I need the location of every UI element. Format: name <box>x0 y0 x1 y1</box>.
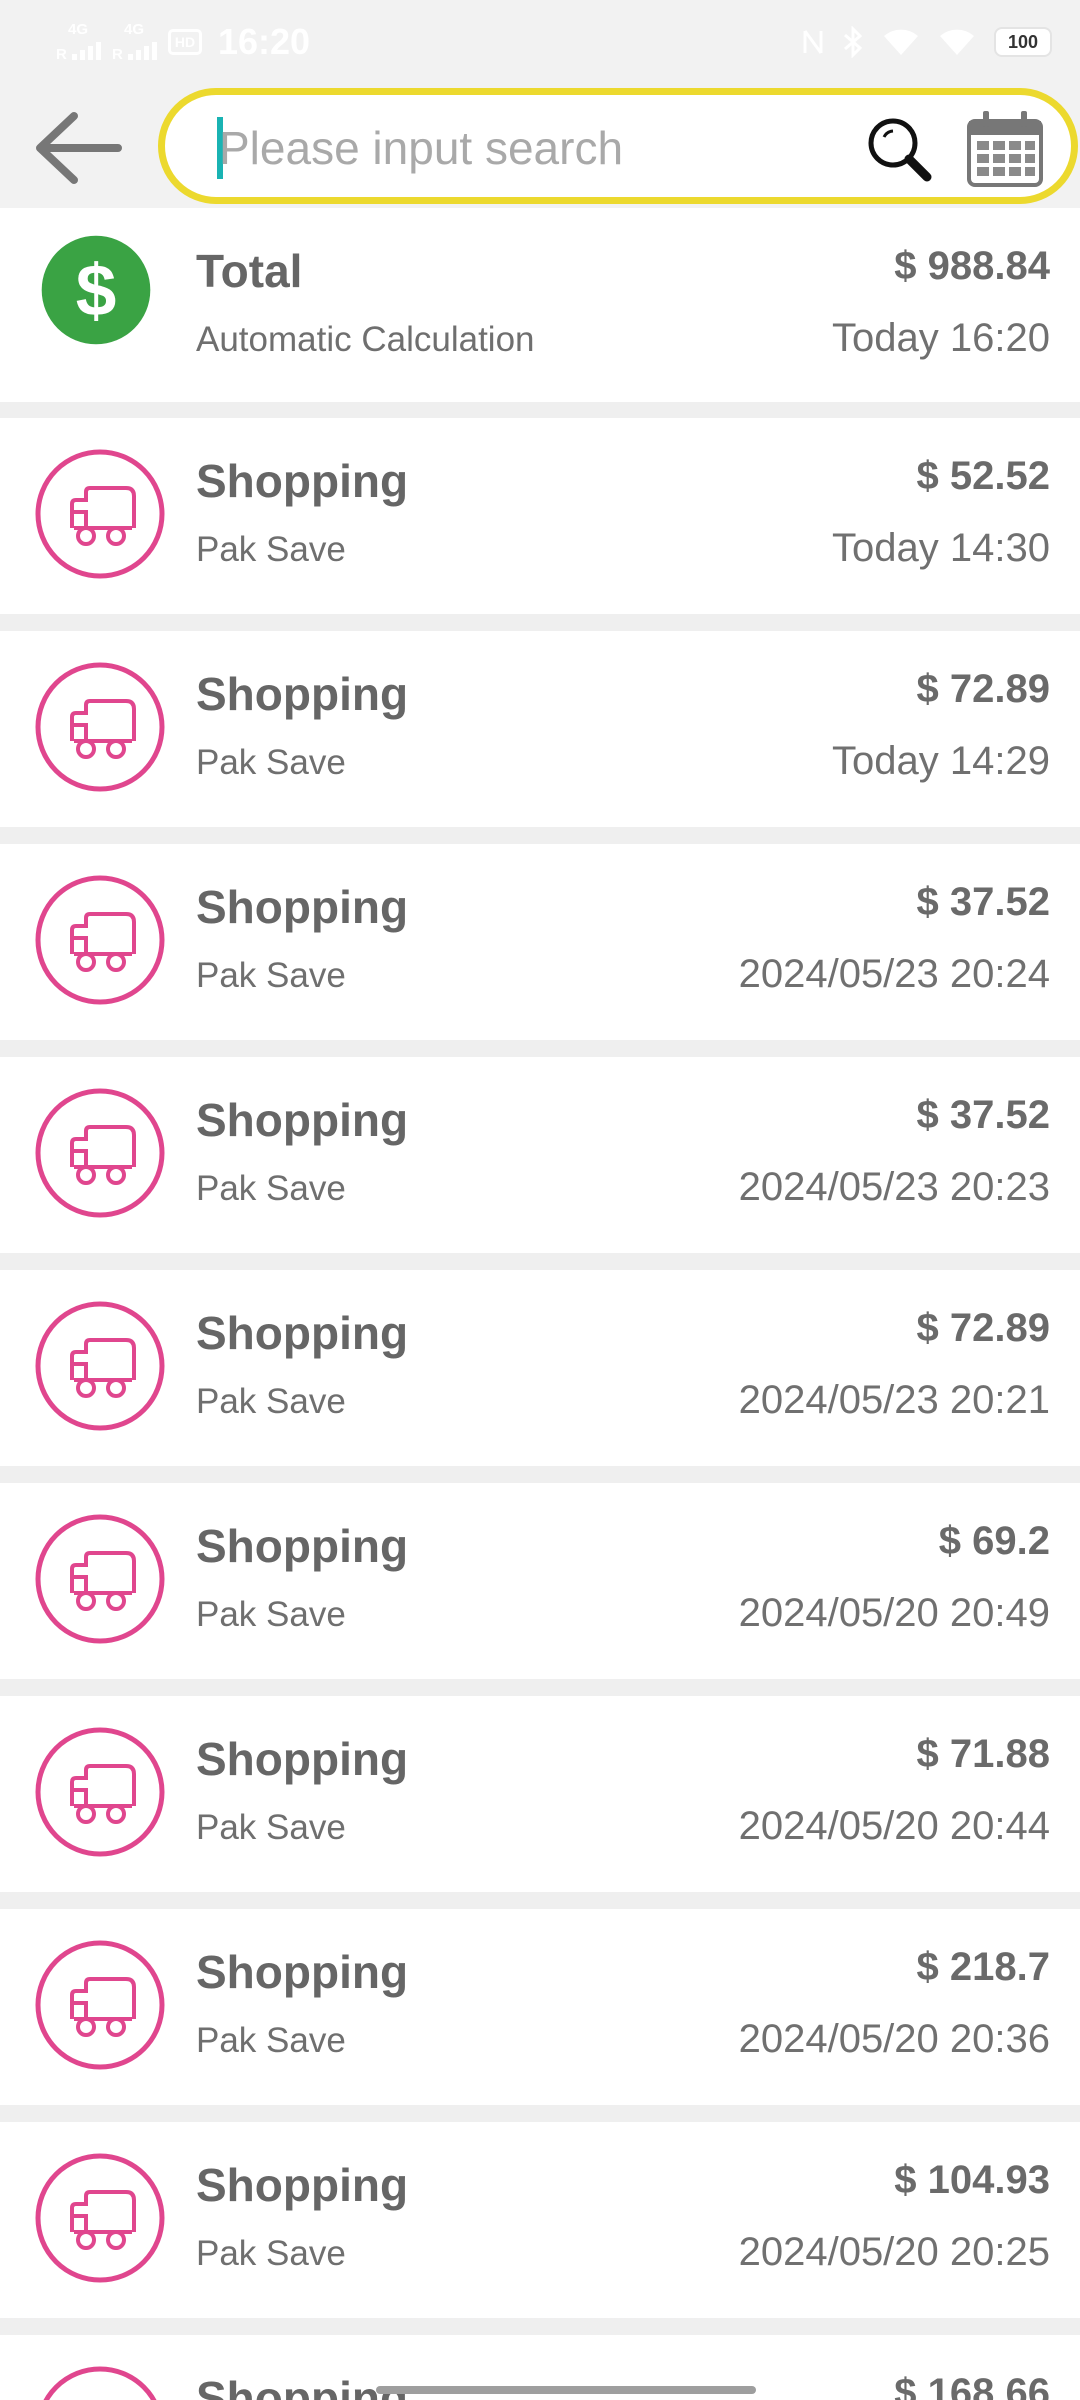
status-left: 4G R 4G R HD 16:20 <box>56 18 310 66</box>
total-subtitle: Automatic Calculation <box>196 320 535 359</box>
transaction-store: Pak Save <box>196 1169 346 1208</box>
calendar-icon[interactable] <box>965 109 1045 189</box>
status-bar: 4G R 4G R HD 16:20 100 <box>0 0 1080 84</box>
transaction-time: 2024/05/20 20:44 <box>738 1804 1050 1848</box>
transaction-category: Shopping <box>196 668 409 720</box>
back-button[interactable] <box>30 108 126 188</box>
signal-sim1: 4G R <box>56 22 102 62</box>
nfc-icon <box>803 30 823 54</box>
transaction-store: Pak Save <box>196 1808 346 1847</box>
transaction-store: Pak Save <box>196 743 346 782</box>
transaction-time: 2024/05/23 20:21 <box>738 1378 1050 1422</box>
transaction-time: 2024/05/23 20:24 <box>738 952 1050 996</box>
total-amount: $ 988.84 <box>894 244 1050 288</box>
transaction-category: Shopping <box>196 1307 409 1359</box>
shopping-truck-icon <box>35 1088 165 1218</box>
clock: 16:20 <box>218 21 311 62</box>
roaming-label: R <box>56 46 67 63</box>
signal-sim2: 4G R <box>112 22 158 62</box>
arrow-left-icon <box>36 112 122 184</box>
search-bar[interactable] <box>158 88 1078 204</box>
shopping-truck-icon <box>35 2153 165 2283</box>
transaction-row[interactable]: Shopping Pak Save $ 71.88 2024/05/20 20:… <box>0 1696 1080 1892</box>
status-right: 100 <box>802 18 1052 66</box>
network-type-label: 4G <box>124 21 145 38</box>
transaction-time: 2024/05/20 20:49 <box>738 1591 1050 1635</box>
shopping-truck-icon <box>43 2366 157 2400</box>
transaction-category: Shopping <box>196 2372 409 2400</box>
transaction-time: 2024/05/20 20:36 <box>738 2017 1050 2061</box>
transaction-row[interactable]: Shopping Pak Save $ 72.89 Today 14:29 <box>0 631 1080 827</box>
transaction-time: Today 14:30 <box>832 526 1050 570</box>
transaction-list: $ Total Automatic Calculation $ 988.84 T… <box>0 208 1080 2400</box>
transaction-category: Shopping <box>196 1946 409 1998</box>
transaction-category: Shopping <box>196 2159 409 2211</box>
search-icon[interactable] <box>865 115 933 183</box>
transaction-amount: $ 72.89 <box>916 667 1050 711</box>
transaction-store: Pak Save <box>196 1382 346 1421</box>
transaction-time: 2024/05/23 20:23 <box>738 1165 1050 1209</box>
transaction-store: Pak Save <box>196 2234 346 2273</box>
transaction-amount: $ 168.66 <box>894 2371 1050 2400</box>
transaction-time: 2024/05/20 20:25 <box>738 2230 1050 2274</box>
battery-indicator: 100 <box>994 27 1052 57</box>
transaction-category: Shopping <box>196 455 409 507</box>
search-input[interactable] <box>219 117 779 179</box>
transaction-category: Shopping <box>196 881 409 933</box>
transaction-amount: $ 52.52 <box>916 454 1050 498</box>
transaction-amount: $ 69.2 <box>938 1519 1050 1563</box>
shopping-truck-icon <box>35 1727 165 1857</box>
transaction-amount: $ 72.89 <box>916 1306 1050 1350</box>
transaction-amount: $ 218.7 <box>916 1945 1050 1989</box>
shopping-truck-icon <box>35 1940 165 2070</box>
dollar-icon: $ <box>41 235 151 345</box>
hd-badge: HD <box>168 29 202 55</box>
roaming-label: R <box>112 46 123 63</box>
wifi-icon <box>884 29 918 55</box>
shopping-truck-icon <box>35 662 165 792</box>
transaction-amount: $ 37.52 <box>916 1093 1050 1137</box>
transaction-row[interactable]: Shopping Pak Save $ 218.7 2024/05/20 20:… <box>0 1909 1080 2105</box>
transaction-row[interactable]: Shopping Pak Save $ 69.2 2024/05/20 20:4… <box>0 1483 1080 1679</box>
transaction-category: Shopping <box>196 1520 409 1572</box>
signal-bars-icon <box>72 42 101 60</box>
transaction-store: Pak Save <box>196 956 346 995</box>
transaction-row[interactable]: Shopping Pak Save $ 72.89 2024/05/23 20:… <box>0 1270 1080 1466</box>
transaction-row[interactable]: Shopping Pak Save $ 104.93 2024/05/20 20… <box>0 2122 1080 2318</box>
shopping-truck-icon <box>35 449 165 579</box>
shopping-truck-icon <box>35 1301 165 1431</box>
transaction-category: Shopping <box>196 1733 409 1785</box>
total-time: Today 16:20 <box>832 316 1050 360</box>
transaction-amount: $ 71.88 <box>916 1732 1050 1776</box>
total-title: Total <box>196 245 303 297</box>
total-row[interactable]: $ Total Automatic Calculation $ 988.84 T… <box>0 208 1080 402</box>
transaction-store: Pak Save <box>196 1595 346 1634</box>
transaction-amount: $ 37.52 <box>916 880 1050 924</box>
transaction-store: Pak Save <box>196 530 346 569</box>
transaction-row[interactable]: Shopping Pak Save $ 52.52 Today 14:30 <box>0 418 1080 614</box>
transaction-category: Shopping <box>196 1094 409 1146</box>
signal-bars-icon <box>128 42 157 60</box>
home-indicator[interactable] <box>376 2386 756 2394</box>
bluetooth-icon <box>844 26 863 58</box>
transaction-time: Today 14:29 <box>832 739 1050 783</box>
transaction-row[interactable]: Shopping Pak Save $ 37.52 2024/05/23 20:… <box>0 844 1080 1040</box>
transaction-store: Pak Save <box>196 2021 346 2060</box>
shopping-truck-icon <box>35 1514 165 1644</box>
shopping-truck-icon <box>35 875 165 1005</box>
svg-text:$: $ <box>76 250 117 331</box>
transaction-amount: $ 104.93 <box>894 2158 1050 2202</box>
hotspot-icon <box>940 29 974 55</box>
transaction-row[interactable]: Shopping Pak Save $ 37.52 2024/05/23 20:… <box>0 1057 1080 1253</box>
search-header <box>0 84 1080 208</box>
network-type-label: 4G <box>68 21 89 38</box>
